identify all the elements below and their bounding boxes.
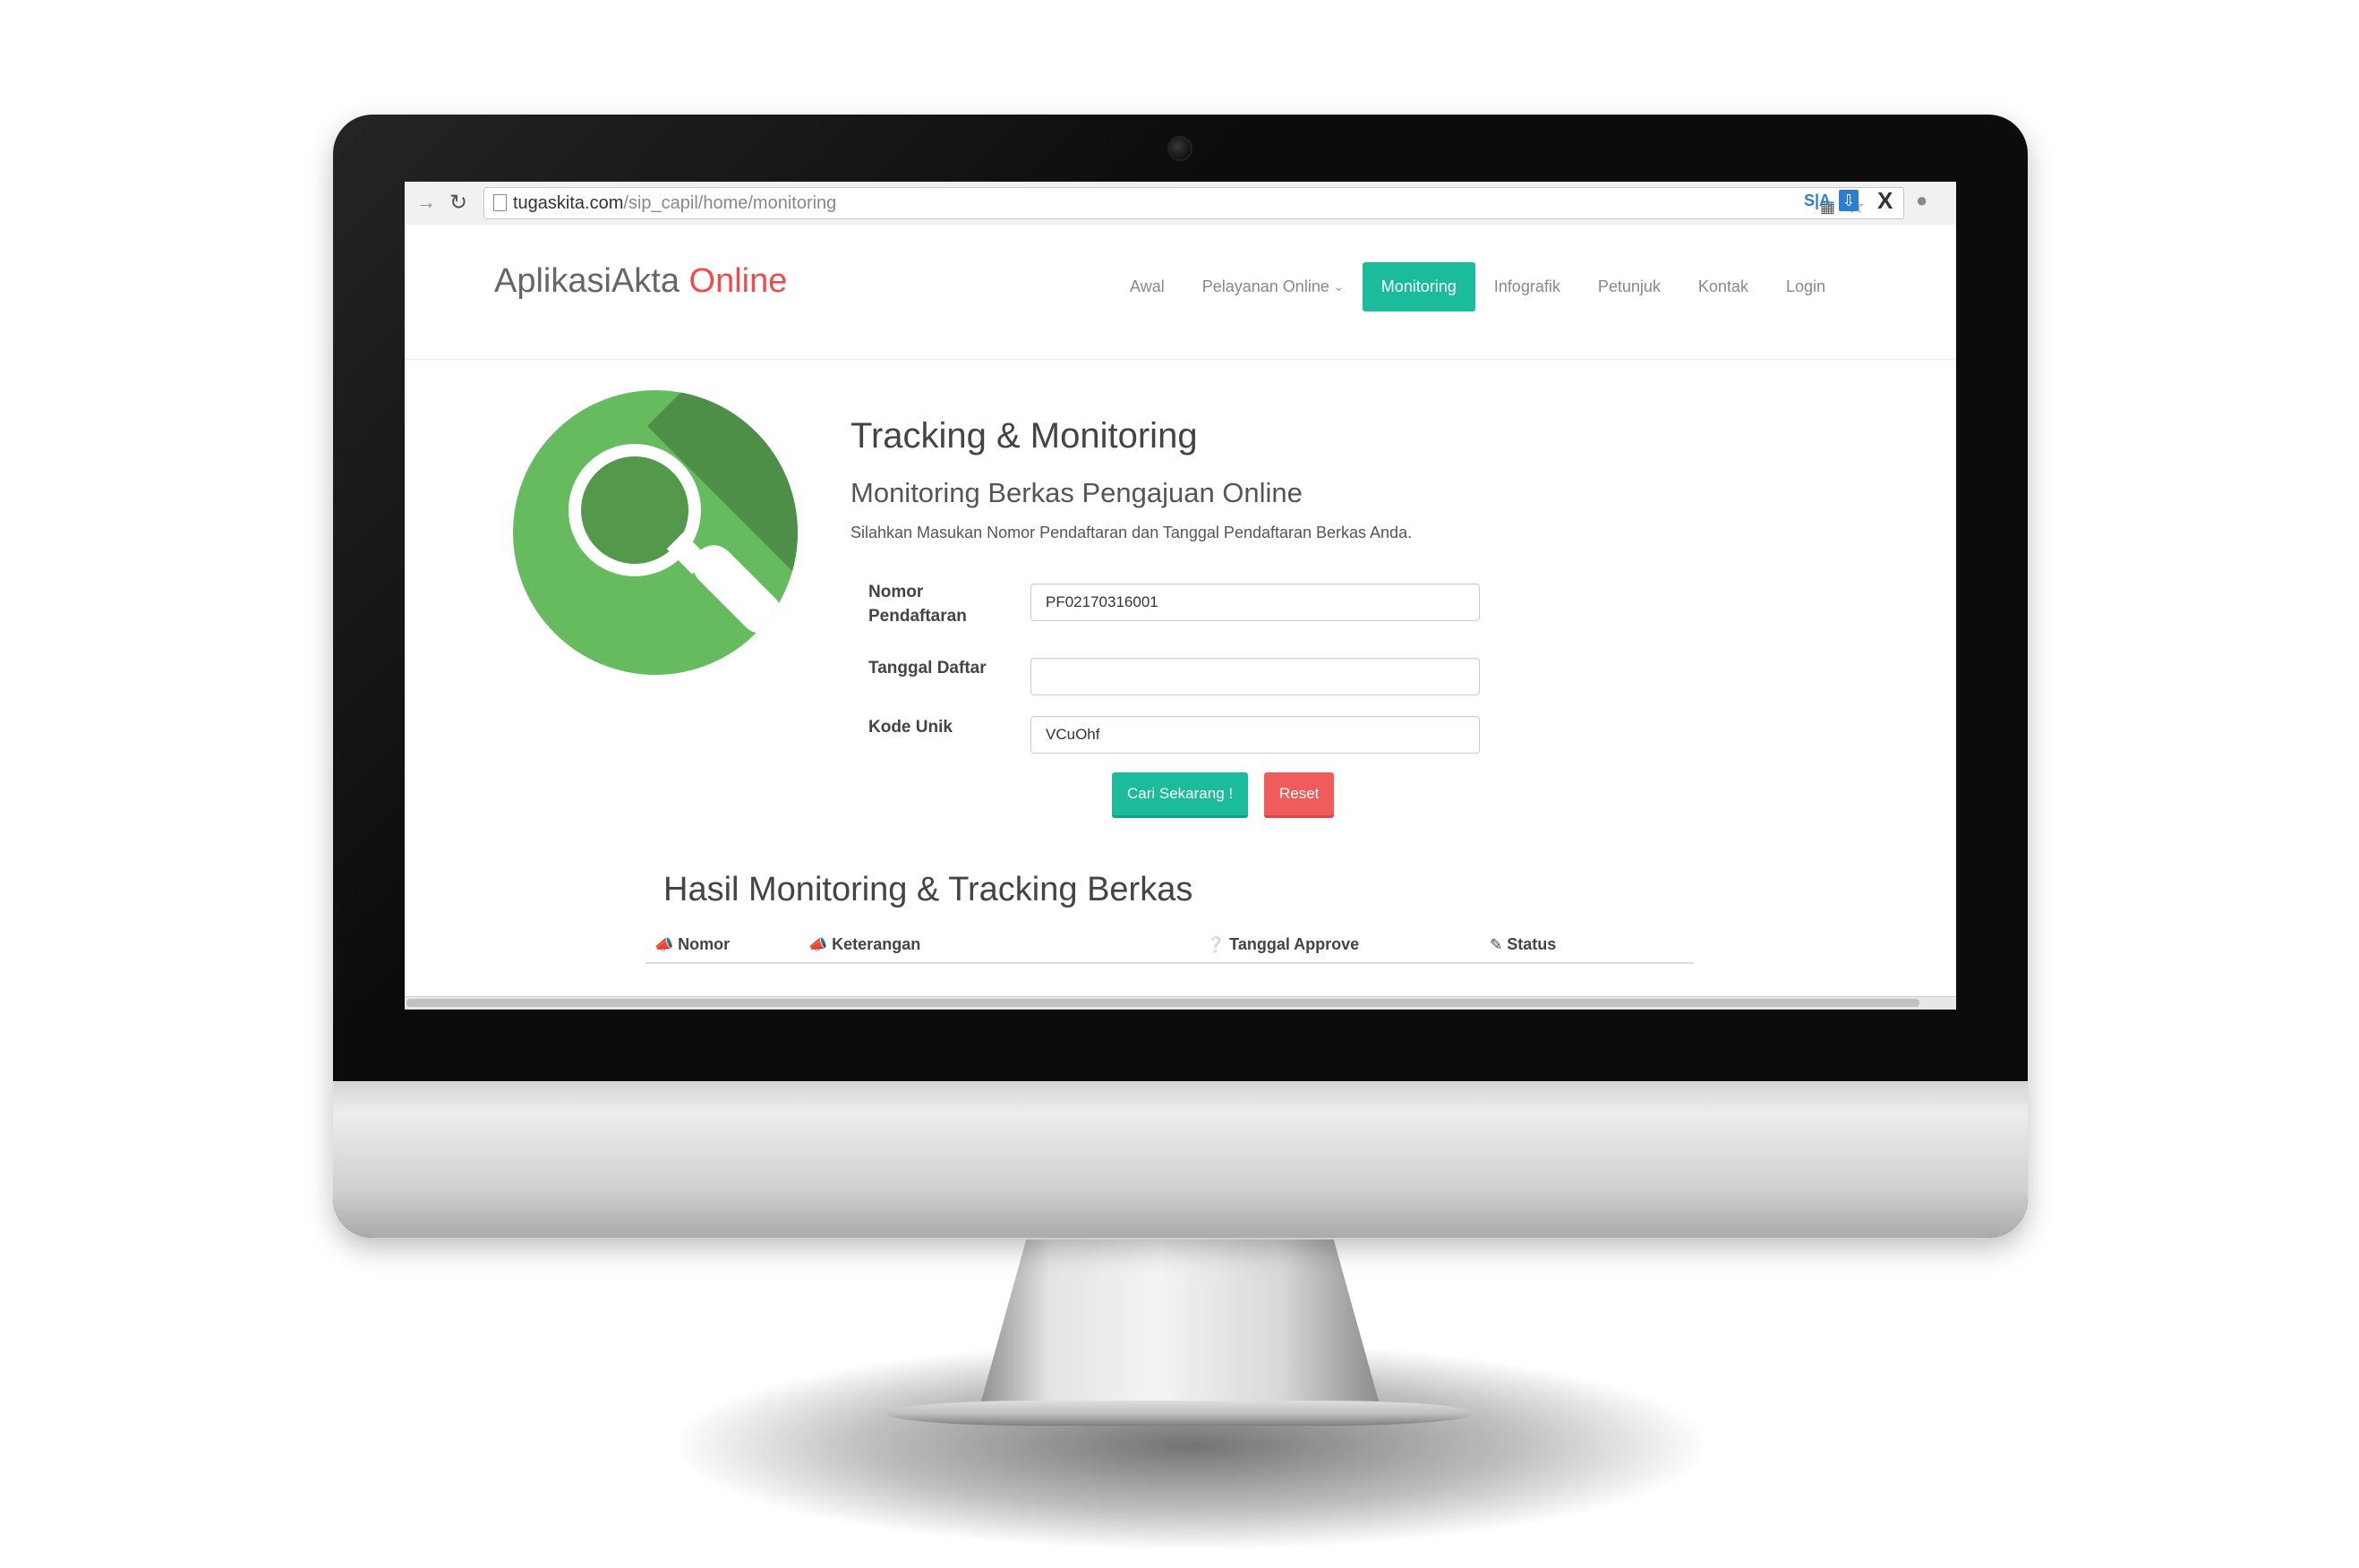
nav-pelayanan-online[interactable]: Pelayanan Online ⌄ (1184, 262, 1363, 311)
url-host: tugaskita.com (513, 193, 624, 213)
brand-logo[interactable]: AplikasiAkta Online (494, 262, 787, 301)
col-tanggal-approve-label: Tanggal Approve (1229, 934, 1360, 953)
kode-unik-label: Kode Unik (868, 718, 953, 737)
url-path: /sip_capil/home/monitoring (623, 193, 837, 213)
search-now-button[interactable]: Cari Sekarang ! (1112, 772, 1249, 815)
brand-main: AplikasiAkta (494, 262, 679, 300)
nav-kontak[interactable]: Kontak (1680, 262, 1767, 311)
monitor-chin (333, 1081, 2028, 1238)
nomor-pendaftaran-input[interactable] (1030, 584, 1480, 621)
reload-icon[interactable]: ↻ (446, 189, 471, 216)
nomor-label-line1: Nomor (868, 583, 924, 601)
reset-button[interactable]: Reset (1264, 772, 1335, 815)
edit-icon: ✎ (1490, 935, 1503, 953)
tanggal-daftar-label: Tanggal Daftar (868, 659, 987, 677)
col-status-label: Status (1507, 934, 1557, 953)
scrollbar-thumb[interactable] (406, 999, 1919, 1007)
brand-accent: Online (688, 262, 788, 300)
chevron-down-icon: ⌄ (1333, 279, 1344, 294)
nomor-pendaftaran-label: Nomor Pendaftaran (868, 580, 967, 628)
results-title: Hasil Monitoring & Tracking Berkas (663, 871, 1193, 908)
monitor-stand (978, 1240, 1382, 1414)
nav-monitoring[interactable]: Monitoring (1362, 262, 1475, 311)
download-extension-icon[interactable]: ⇩ (1839, 190, 1859, 211)
nav-petunjuk[interactable]: Petunjuk (1579, 262, 1680, 311)
col-nomor-label: Nomor (678, 934, 731, 953)
magnifier-icon (513, 390, 798, 675)
page-subtitle: Monitoring Berkas Pengajuan Online (850, 477, 1303, 508)
nomor-label-line2: Pendaftaran (868, 607, 967, 626)
address-bar[interactable]: tugaskita.com/sip_capil/home/monitoring … (483, 187, 1904, 219)
table-header-row: 📣 Nomor 📣 Keterangan ❔ Tanggal Approve ✎ Sta… (645, 926, 1694, 964)
seo-extension-icon[interactable]: S|A (1804, 187, 1831, 214)
page-icon (493, 194, 507, 211)
kode-unik-input[interactable] (1030, 716, 1480, 754)
col-tanggal-approve: ❔ Tanggal Approve (1197, 926, 1481, 964)
main-nav: Awal Pelayanan Online ⌄ Monitoring Infogr… (1111, 262, 1844, 311)
col-nomor: 📣 Nomor (645, 926, 799, 964)
col-keterangan-label: Keterangan (832, 934, 921, 953)
webcam (1167, 136, 1192, 161)
x-extension-icon[interactable]: X (1877, 187, 1893, 214)
nav-infografik[interactable]: Infografik (1475, 262, 1579, 311)
nav-awal[interactable]: Awal (1111, 262, 1184, 311)
col-status: ✎ Status (1481, 926, 1694, 964)
megaphone-icon: 📣 (654, 935, 674, 953)
question-circle-icon: ❔ (1206, 935, 1226, 953)
horizontal-scrollbar[interactable] (405, 996, 1956, 1010)
monitor: → ↻ tugaskita.com/sip_capil/home/monitor… (333, 115, 2028, 1238)
page-title: Tracking & Monitoring (850, 416, 1198, 456)
monitor-foot (886, 1401, 1474, 1426)
megaphone-icon: 📣 (808, 935, 828, 953)
col-keterangan: 📣 Keterangan (799, 926, 1197, 964)
nav-login[interactable]: Login (1767, 262, 1844, 311)
screen: → ↻ tugaskita.com/sip_capil/home/monitor… (405, 182, 1956, 1010)
url-text: tugaskita.com/sip_capil/home/monitoring (513, 193, 836, 214)
globe-extension-icon[interactable]: ● (1916, 187, 1927, 214)
site-header: AplikasiAkta Online Awal Pelayanan Onlin… (405, 225, 1956, 360)
browser-toolbar: → ↻ tugaskita.com/sip_capil/home/monitor… (405, 182, 1956, 226)
nav-pelayanan-label: Pelayanan Online (1201, 277, 1329, 295)
tanggal-daftar-input[interactable] (1030, 658, 1480, 695)
forward-arrow-icon[interactable]: → (414, 189, 439, 216)
page-description: Silahkan Masukan Nomor Pendaftaran dan T… (850, 524, 1413, 541)
results-table: 📣 Nomor 📣 Keterangan ❔ Tanggal Approve ✎ Sta… (645, 926, 1694, 964)
